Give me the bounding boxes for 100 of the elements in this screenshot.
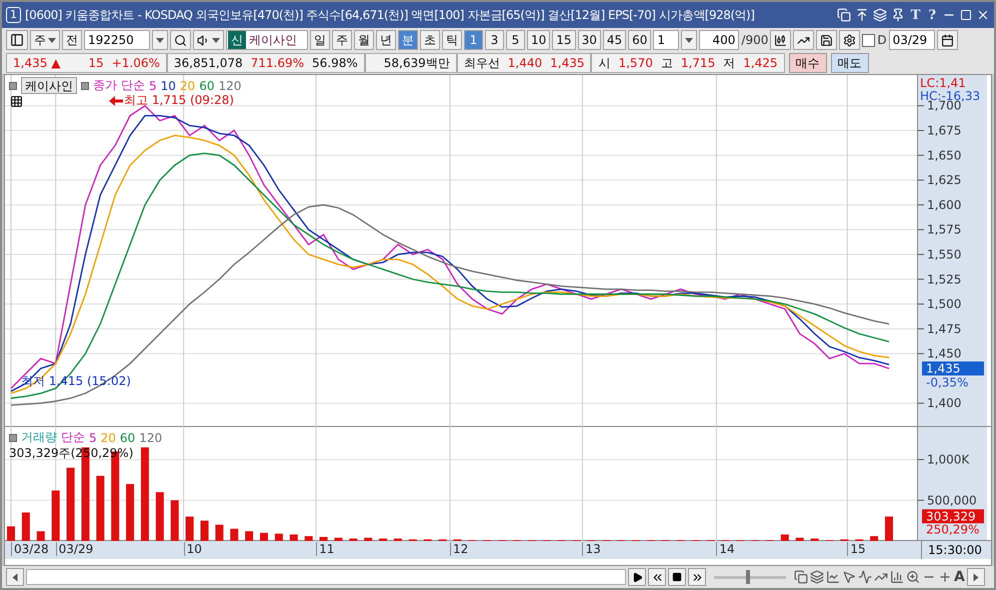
volume-bar [126, 484, 134, 541]
scrollbar[interactable] [26, 569, 626, 585]
scroll-left-button[interactable] [6, 568, 24, 586]
high-price-label: 최고 1,715 (09:28) [124, 92, 234, 109]
volume-bar [364, 538, 372, 541]
interval-tab[interactable]: 10 [527, 30, 550, 50]
interval-tab[interactable]: 30 [578, 30, 601, 50]
pin-icon[interactable] [890, 8, 905, 22]
price-change: 15 [88, 56, 104, 70]
volume-bar [334, 538, 342, 541]
close-icon[interactable] [976, 8, 990, 22]
volume-tick: 500,000 [918, 493, 977, 508]
settings-button[interactable] [839, 30, 860, 50]
layout-button[interactable] [6, 30, 28, 50]
d-checkbox[interactable] [862, 34, 876, 46]
turnover-rate: 56.98% [312, 56, 358, 70]
stock-name-field[interactable]: 신 케이사인 [226, 30, 308, 50]
volume-bar [810, 538, 819, 541]
trade-button[interactable]: 매수 [788, 53, 827, 73]
volume-bar [304, 536, 313, 541]
save-icon [820, 34, 834, 46]
best-label: 최우선 [464, 54, 500, 72]
forward-button[interactable] [688, 568, 706, 586]
period-tab[interactable]: 초 [420, 30, 440, 50]
interval-tab[interactable]: 1 [464, 30, 483, 50]
line-add-button[interactable] [793, 30, 814, 50]
legend-square-icon [9, 82, 17, 90]
wave-icon[interactable] [858, 570, 872, 584]
time-label: 14 [716, 542, 735, 556]
maximize-icon[interactable] [960, 9, 972, 21]
zoom-icon[interactable] [906, 570, 920, 584]
layers-icon[interactable] [810, 570, 824, 584]
windows-icon[interactable] [794, 570, 808, 584]
volume-bar [96, 476, 104, 541]
volume-bar [885, 516, 893, 541]
y-tick-label: 1,650 [927, 148, 962, 162]
trade-button[interactable]: 매도 [830, 53, 869, 73]
interval-tab[interactable]: 15 [552, 30, 576, 50]
layers-icon[interactable] [872, 8, 887, 22]
volume-bar [780, 534, 789, 541]
dropdown-button[interactable] [152, 30, 168, 50]
font-button[interactable]: A [954, 569, 965, 585]
scroll-right-button[interactable] [966, 568, 985, 586]
legend-item: 60 [199, 78, 214, 92]
price-tick: 1,450 [918, 346, 962, 361]
period-tab[interactable]: 월 [354, 30, 374, 50]
line-chart-icon[interactable] [826, 570, 840, 584]
plus-icon[interactable] [938, 570, 952, 584]
calendar-button[interactable] [936, 30, 958, 50]
y-tick-label: 1,000K [927, 452, 970, 467]
date-field[interactable]: 03/29 [888, 30, 935, 50]
restore-icon[interactable] [836, 8, 851, 22]
rewind-button[interactable] [648, 568, 666, 586]
count-field[interactable]: 400 [699, 30, 740, 50]
interval-tab[interactable]: 60 [628, 30, 652, 50]
y-tick-label: 1,625 [927, 173, 962, 188]
title-button[interactable]: T [908, 8, 922, 22]
interval-tab[interactable]: 5 [506, 30, 525, 50]
lc-label: LC:1,41 [920, 76, 966, 90]
dropdown-button[interactable] [681, 30, 698, 50]
time-label: 03/29 [56, 542, 94, 556]
search-button[interactable] [170, 30, 191, 50]
speaker-button[interactable] [193, 30, 224, 50]
volume-bar [52, 490, 60, 541]
legend-item: 5 [149, 78, 157, 92]
period-tab[interactable]: 틱 [442, 30, 462, 50]
bar-chart-icon[interactable] [890, 570, 904, 584]
y-tick-label: 1,400 [927, 396, 962, 410]
volume-bar [186, 516, 194, 541]
y-tick-label: 1,475 [927, 322, 962, 336]
code-field[interactable]: 192250 [84, 30, 150, 50]
period-tab[interactable]: 분 [398, 30, 418, 50]
period-tab[interactable]: 일 [310, 30, 330, 50]
legend-label: 단순 [121, 77, 145, 94]
interval-tab[interactable]: 45 [602, 30, 626, 50]
time-label: 13 [582, 542, 601, 556]
volume-bar [796, 538, 804, 541]
arrow-up-icon[interactable] [854, 8, 869, 22]
change-rate: +1.06% [112, 56, 160, 70]
title-button[interactable]: ? [926, 8, 938, 22]
slider-thumb[interactable] [746, 570, 750, 584]
interval-tab[interactable]: 3 [485, 30, 504, 50]
stop-button[interactable] [668, 568, 686, 586]
period-tab[interactable]: 주 [332, 30, 352, 50]
prev-button[interactable]: 전 [62, 30, 82, 50]
current-price-tag: 1,435 [922, 362, 984, 376]
unit-field[interactable]: 1 [653, 30, 680, 50]
candle-add-button[interactable] [770, 30, 792, 50]
price-tick: 1,650 [918, 148, 962, 162]
save-button[interactable] [816, 30, 838, 50]
pointer-icon[interactable] [842, 570, 856, 584]
volume-bar [22, 512, 30, 541]
price-tick: 1,500 [918, 297, 962, 312]
legend-item: 10 [160, 78, 176, 92]
volume-value: 36,851,078 [174, 56, 243, 70]
stock-button[interactable]: 케이사인 [21, 77, 77, 94]
play-button[interactable] [628, 568, 646, 586]
table-icon[interactable] [10, 95, 23, 108]
period-tab[interactable]: 년 [376, 30, 396, 50]
market-select[interactable]: 주 [30, 30, 60, 50]
